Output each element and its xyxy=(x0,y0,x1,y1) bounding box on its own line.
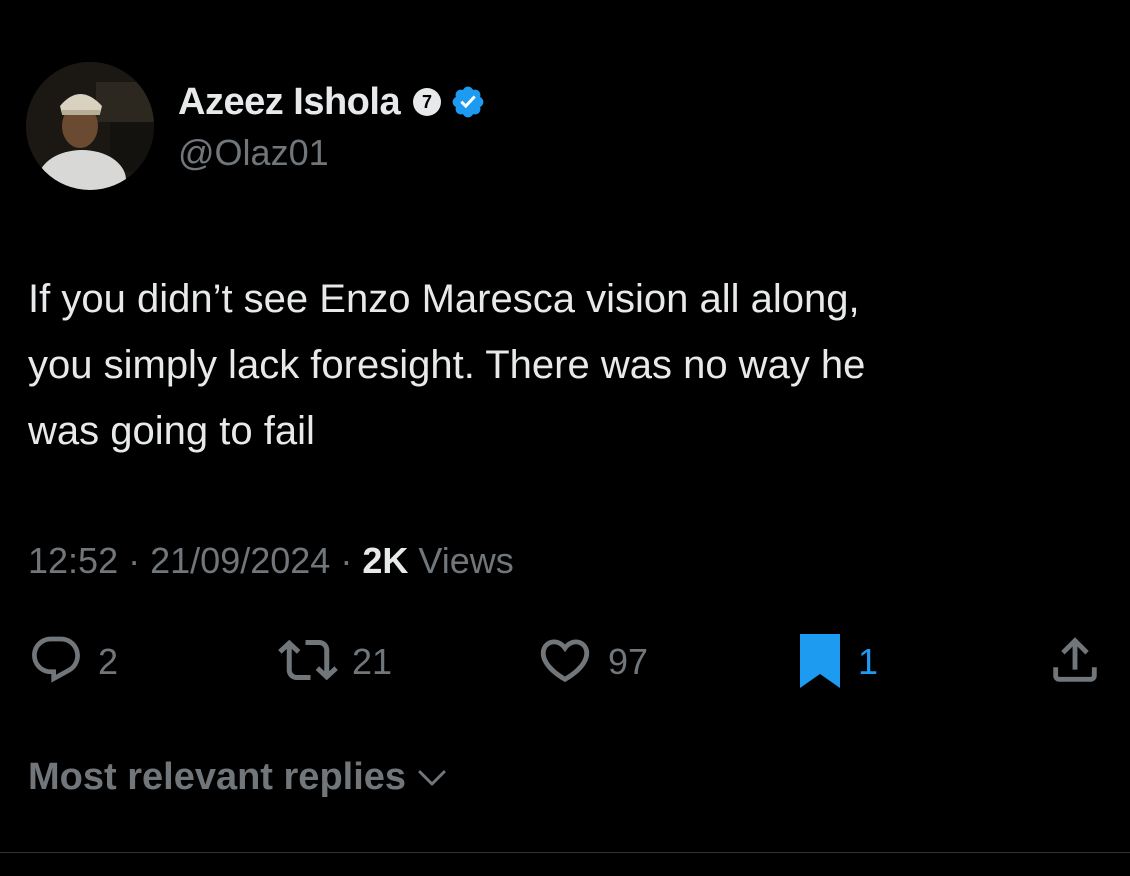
like-count: 97 xyxy=(608,641,649,682)
tweet-date[interactable]: 21/09/2024 xyxy=(150,540,330,581)
share-icon xyxy=(1046,631,1104,694)
reply-count: 2 xyxy=(98,641,119,682)
views-count: 2K xyxy=(362,540,409,581)
repost-count: 21 xyxy=(352,641,393,682)
author-name-row: Azeez Ishola 7 xyxy=(178,78,486,126)
tweet-text-line: you simply lack foresight. There was no … xyxy=(28,343,866,387)
repost-icon xyxy=(278,630,338,695)
author-display-name[interactable]: Azeez Ishola xyxy=(178,81,401,124)
tweet-text-line: was going to fail xyxy=(28,409,315,453)
tweet-detail: Azeez Ishola 7 @Olaz01 If you didn’t see… xyxy=(0,0,1130,876)
chevron-down-icon xyxy=(416,762,448,794)
meta-separator: · xyxy=(128,540,141,581)
avatar[interactable] xyxy=(26,62,154,190)
verified-badge-icon[interactable] xyxy=(450,84,486,120)
replies-sort-dropdown[interactable]: Most relevant replies xyxy=(28,756,448,799)
affiliate-badge-number: 7 xyxy=(422,92,432,112)
bookmark-button[interactable]: 1 xyxy=(796,632,878,692)
share-button[interactable] xyxy=(1046,632,1104,692)
affiliate-badge-icon[interactable]: 7 xyxy=(412,87,442,117)
reply-icon xyxy=(28,632,84,693)
reply-button[interactable]: 2 xyxy=(28,632,118,692)
heart-icon xyxy=(536,631,594,694)
replies-sort-label: Most relevant replies xyxy=(28,756,407,798)
action-bar: 2 21 97 1 xyxy=(0,632,1130,692)
tweet-text-line: If you didn’t see Enzo Maresca vision al… xyxy=(28,277,860,321)
divider xyxy=(0,852,1130,853)
bookmark-count: 1 xyxy=(858,641,879,682)
author-handle[interactable]: @Olaz01 xyxy=(178,132,329,174)
meta-separator: · xyxy=(340,540,353,581)
bookmark-icon xyxy=(796,630,844,695)
avatar-photo xyxy=(26,62,154,190)
tweet-text: If you didn’t see Enzo Maresca vision al… xyxy=(28,266,1088,464)
tweet-time[interactable]: 12:52 xyxy=(28,540,118,581)
views-label: Views xyxy=(418,540,514,581)
like-button[interactable]: 97 xyxy=(536,632,648,692)
repost-button[interactable]: 21 xyxy=(278,632,392,692)
tweet-meta: 12:52 · 21/09/2024 · 2K Views xyxy=(28,540,514,582)
